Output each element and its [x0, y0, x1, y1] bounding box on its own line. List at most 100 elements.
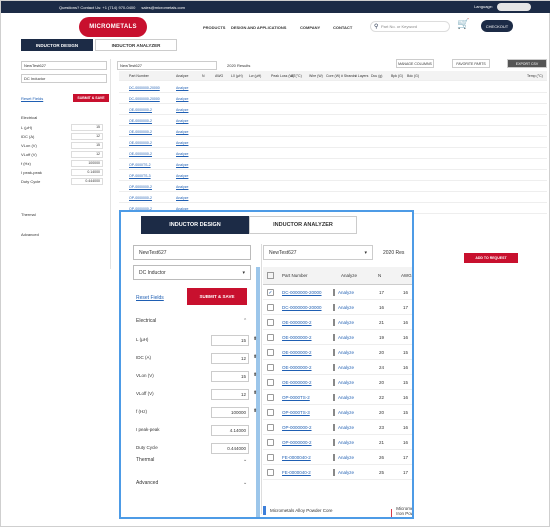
bg-col-header[interactable]: L0 (µH) [231, 74, 243, 78]
param-input[interactable]: 12 [211, 353, 249, 364]
part-number-link[interactable]: FE-0000040-2 [282, 455, 311, 460]
bg-col-header[interactable]: Temp (°C) [527, 74, 543, 78]
table-row[interactable]: OP-0000000-2 Analyze 23 16 [263, 421, 412, 435]
bg-analyze-link[interactable]: Analyze [176, 163, 188, 167]
table-row[interactable]: OE-0000000-2 Analyze 20 15 [263, 376, 412, 390]
table-row[interactable]: OE-0000000-2 Analyze 20 15 [263, 346, 412, 360]
bg-param-value[interactable]: 0.444000 [71, 178, 103, 185]
table-row[interactable]: OE-0000000-2 Analyze 24 16 [263, 361, 412, 375]
stepper-icon[interactable]: ⬍ [253, 408, 257, 414]
param-input[interactable]: 12 [211, 389, 249, 400]
bg-col-header[interactable]: Bdc (G) [407, 74, 419, 78]
analyze-link[interactable]: Analyze [332, 349, 354, 356]
bg-col-header[interactable]: # Strands [341, 74, 356, 78]
checkout-button[interactable]: CHECKOUT [481, 20, 513, 32]
bg-table-row[interactable]: OE-0000000-2 Analyze [119, 105, 547, 115]
bg-reset-link[interactable]: Reset Fields [21, 96, 43, 101]
row-checkbox[interactable] [267, 304, 274, 311]
analyze-link[interactable]: Analyze [332, 469, 354, 476]
bg-part-link[interactable]: OE-0000000-2 [129, 141, 152, 145]
param-input[interactable]: 15 [211, 335, 249, 346]
bg-part-link[interactable]: DC-0000000-20000 [129, 97, 160, 101]
bg-thermal-heading[interactable]: Thermal [21, 212, 36, 217]
cart-icon[interactable]: 🛒 [457, 19, 469, 30]
bg-design-select[interactable]: NewTest627 [117, 61, 217, 70]
bg-name-field[interactable]: NewTest627 [21, 61, 107, 70]
bg-col-header[interactable]: N [202, 74, 205, 78]
export-csv-button[interactable]: EXPORT CSV [507, 59, 547, 68]
table-row[interactable]: FE-0000040-2 Analyze 26 17 [263, 451, 412, 465]
part-number-link[interactable]: OE-0000000-2 [282, 320, 312, 325]
bg-analyze-link[interactable]: Analyze [176, 174, 188, 178]
analyze-link[interactable]: Analyze [332, 304, 354, 311]
bg-table-row[interactable]: OP-0000000-2 Analyze [119, 193, 547, 203]
col-analyze[interactable]: Analyze [341, 273, 357, 278]
chevron-up-icon[interactable]: ⌃ [243, 318, 247, 324]
stepper-icon[interactable]: ⬍ [253, 372, 257, 378]
table-row[interactable]: OP-0000TS-2 Analyze 22 16 [263, 391, 412, 405]
bg-table-row[interactable]: DC-0000000-20000 Analyze [119, 83, 547, 93]
part-number-link[interactable]: DC-0000000-20000 [282, 305, 322, 310]
row-checkbox[interactable]: ✓ [267, 289, 274, 296]
logo[interactable]: MICROMETALS [79, 17, 147, 37]
analyze-link[interactable]: Analyze [332, 424, 354, 431]
stepper-icon[interactable]: ⬍ [253, 390, 257, 396]
bg-col-header[interactable]: Core (W) [326, 74, 340, 78]
bg-type-select[interactable]: DC Inductor [21, 74, 107, 83]
row-checkbox[interactable] [267, 394, 274, 401]
stepper-icon[interactable]: ⬍ [253, 354, 257, 360]
row-checkbox[interactable] [267, 379, 274, 386]
param-input[interactable]: 15 [211, 371, 249, 382]
row-checkbox[interactable] [267, 364, 274, 371]
part-number-link[interactable]: OP-0000000-2 [282, 425, 312, 430]
bg-col-header[interactable]: Part Number [129, 74, 149, 78]
bg-analyze-link[interactable]: Analyze [176, 196, 188, 200]
thermal-section-heading[interactable]: Thermal [136, 457, 154, 463]
bg-param-value[interactable]: 12 [71, 151, 103, 158]
bg-analyze-link[interactable]: Analyze [176, 97, 188, 101]
bg-part-link[interactable]: OP-0000TS-3 [129, 174, 151, 178]
bg-col-header[interactable]: Dcu (g) [371, 74, 382, 78]
bg-analyze-link[interactable]: Analyze [176, 185, 188, 189]
design-name-input[interactable]: NewTest627 [133, 245, 251, 260]
bg-part-link[interactable]: OE-0000000-2 [129, 152, 152, 156]
bg-part-link[interactable]: OP-0000TS-2 [129, 163, 151, 167]
row-checkbox[interactable] [267, 424, 274, 431]
bg-analyze-link[interactable]: Analyze [176, 141, 188, 145]
bg-param-value[interactable]: 100000 [71, 160, 103, 167]
bg-col-header[interactable]: Bpk (G) [391, 74, 403, 78]
bg-part-link[interactable]: OP-0000000-2 [129, 196, 152, 200]
part-number-link[interactable]: DC-0000000-20000 [282, 290, 322, 295]
analyze-link[interactable]: Analyze [332, 379, 354, 386]
param-input[interactable]: 4.14000 [211, 425, 249, 436]
bg-table-row[interactable]: OP-0000TS-2 Analyze [119, 160, 547, 170]
table-row[interactable]: OE-0000000-2 Analyze 21 16 [263, 316, 412, 330]
table-row[interactable]: FE-0000040-2 Analyze 25 17 [263, 466, 412, 480]
bg-col-header[interactable]: Wire (W) [309, 74, 323, 78]
bg-analyze-link[interactable]: Analyze [176, 86, 188, 90]
part-number-link[interactable]: OE-0000000-2 [282, 365, 312, 370]
analyze-link[interactable]: Analyze [332, 454, 354, 461]
part-number-link[interactable]: OE-0000000-2 [282, 380, 312, 385]
param-input[interactable]: 0.444000 [211, 443, 249, 454]
bg-table-row[interactable]: OP-0000000-2 Analyze [119, 182, 547, 192]
search-input[interactable]: ⚲ Part No. or Keyword [370, 21, 450, 32]
bg-param-value[interactable]: 0.14000 [71, 169, 103, 176]
bg-col-header[interactable]: Analyze [176, 74, 188, 78]
favorite-parts-button[interactable]: FAVORITE PARTS [452, 59, 490, 68]
bg-param-value[interactable]: 15 [71, 142, 103, 149]
chevron-down-icon[interactable]: ⌄ [243, 480, 247, 486]
param-input[interactable]: 100000 [211, 407, 249, 418]
bg-part-link[interactable]: OE-0000000-2 [129, 108, 152, 112]
electrical-section-heading[interactable]: Electrical [136, 318, 156, 324]
bg-table-row[interactable]: OE-0000000-2 Analyze [119, 138, 547, 148]
part-number-link[interactable]: FE-0000040-2 [282, 470, 311, 475]
part-number-link[interactable]: OE-0000000-2 [282, 350, 312, 355]
nav-design[interactable]: DESIGN AND APPLICATIONS [231, 25, 286, 30]
row-checkbox[interactable] [267, 409, 274, 416]
analyze-link[interactable]: Analyze [332, 364, 354, 371]
manage-columns-button[interactable]: MANAGE COLUMNS [396, 59, 434, 68]
row-checkbox[interactable] [267, 454, 274, 461]
bg-col-header[interactable]: # Layers [355, 74, 368, 78]
analyze-link[interactable]: Analyze [332, 439, 354, 446]
